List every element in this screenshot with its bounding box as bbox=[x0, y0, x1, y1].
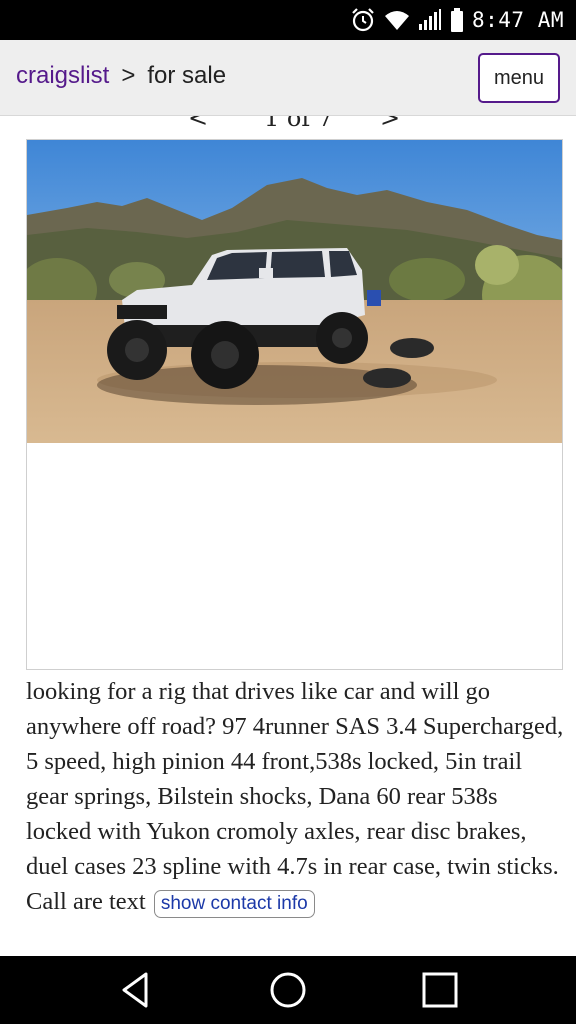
home-icon[interactable] bbox=[268, 970, 308, 1010]
status-icons: 8:47 AM bbox=[350, 6, 564, 34]
navigation-bar bbox=[0, 956, 576, 1024]
gallery-pager: < 1 of 7 > bbox=[188, 116, 408, 132]
posting-body: looking for a rig that drives like car a… bbox=[26, 674, 566, 919]
posting-body-text: looking for a rig that drives like car a… bbox=[26, 678, 564, 915]
recent-apps-icon[interactable] bbox=[420, 970, 460, 1010]
menu-button[interactable]: menu bbox=[478, 53, 560, 103]
status-time: 8:47 AM bbox=[471, 8, 564, 32]
gallery-prev-button[interactable]: < bbox=[188, 116, 208, 132]
image-gallery[interactable] bbox=[26, 139, 563, 670]
site-header: craigslist > for sale menu bbox=[0, 40, 576, 116]
breadcrumb: craigslist > for sale bbox=[16, 62, 226, 90]
show-contact-info-button[interactable]: show contact info bbox=[153, 890, 315, 918]
battery-icon bbox=[450, 8, 463, 32]
breadcrumb-separator: > bbox=[121, 62, 136, 89]
wifi-icon bbox=[384, 11, 409, 30]
breadcrumb-home-link[interactable]: craigslist bbox=[16, 62, 109, 90]
gallery-next-button[interactable]: > bbox=[380, 116, 400, 132]
posting-content: cr < 1 of 7 > bbox=[0, 116, 576, 956]
back-icon[interactable] bbox=[116, 970, 156, 1010]
gallery-counter: 1 of 7 bbox=[264, 116, 334, 132]
breadcrumb-section-link[interactable]: for sale bbox=[147, 62, 226, 90]
alarm-icon bbox=[352, 8, 374, 32]
signal-icon bbox=[418, 9, 441, 30]
vehicle-photo[interactable] bbox=[27, 140, 562, 443]
status-bar: 8:47 AM bbox=[0, 0, 576, 40]
